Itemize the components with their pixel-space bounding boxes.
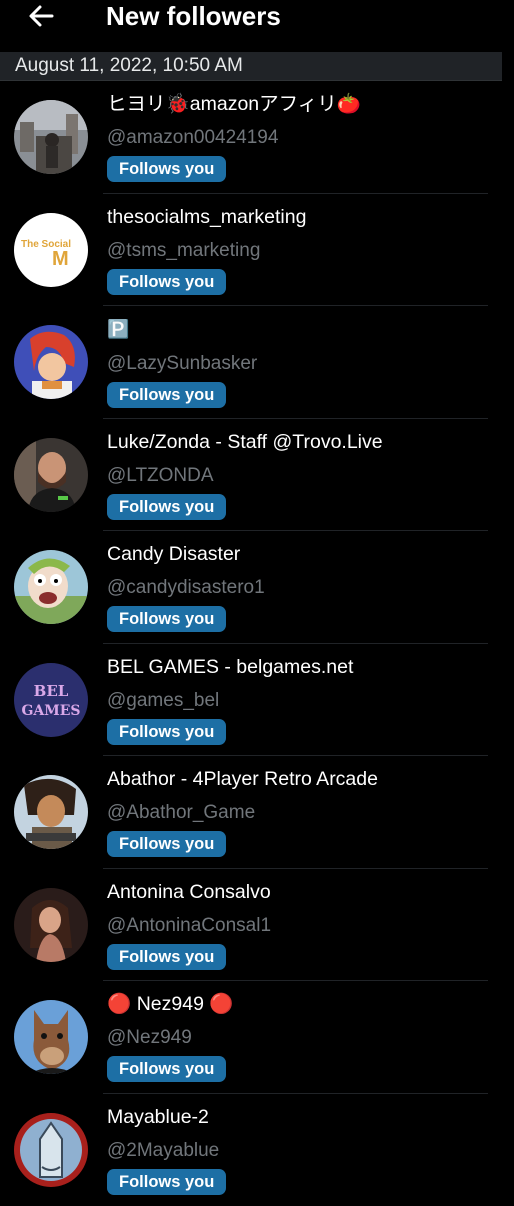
follows-you-badge: Follows you (107, 494, 226, 520)
avatar[interactable] (14, 325, 88, 399)
avatar-logo-text: GAMES (21, 703, 80, 719)
avatar[interactable] (14, 438, 88, 512)
follower-name: thesocialms_marketing (107, 204, 504, 230)
follower-handle: @LTZONDA (107, 463, 504, 489)
follows-you-badge: Follows you (107, 1169, 226, 1195)
follower-handle: @Nez949 (107, 1025, 504, 1051)
follower-row[interactable]: The Social M thesocialms_marketing @tsms… (0, 194, 514, 307)
follower-handle: @Abathor_Game (107, 800, 504, 826)
page-title: New followers (106, 0, 281, 32)
follower-name: Abathor - 4Player Retro Arcade (107, 766, 504, 792)
follower-handle: @2Mayablue (107, 1138, 504, 1164)
follower-row[interactable]: BEL GAMES BEL GAMES - belgames.net @game… (0, 644, 514, 757)
follower-name: Mayablue-2 (107, 1104, 504, 1130)
follower-row[interactable]: Mayablue-2 @2Mayablue Follows you (0, 1094, 514, 1206)
avatar[interactable] (14, 775, 88, 849)
follower-name: Luke/Zonda - Staff @Trovo.Live (107, 429, 504, 455)
header-bar: New followers (0, 0, 514, 52)
avatar[interactable] (14, 550, 88, 624)
avatar[interactable]: BEL GAMES (14, 663, 88, 737)
follows-you-badge: Follows you (107, 831, 226, 857)
followers-list: ヒヨリ🐞amazonアフィリ🍅 @amazon00424194 Follows … (0, 81, 514, 1206)
follower-name: 🔴 Nez949 🔴 (107, 991, 504, 1017)
avatar[interactable]: The Social M (14, 213, 88, 287)
follower-handle: @amazon00424194 (107, 125, 504, 151)
follows-you-badge: Follows you (107, 269, 226, 295)
follower-handle: @AntoninaConsal1 (107, 913, 504, 939)
follower-row[interactable]: 🔴 Nez949 🔴 @Nez949 Follows you (0, 981, 514, 1094)
follower-handle: @tsms_marketing (107, 238, 504, 264)
follower-handle: @LazySunbasker (107, 351, 504, 377)
avatar[interactable] (14, 888, 88, 962)
follows-you-badge: Follows you (107, 156, 226, 182)
follows-you-badge: Follows you (107, 606, 226, 632)
date-text: August 11, 2022, 10:50 AM (15, 54, 243, 78)
back-button[interactable] (24, 0, 58, 32)
follows-you-badge: Follows you (107, 1056, 226, 1082)
follower-row[interactable]: Luke/Zonda - Staff @Trovo.Live @LTZONDA … (0, 419, 514, 532)
follows-you-badge: Follows you (107, 944, 226, 970)
follower-name: 🅿️ (107, 316, 504, 343)
follows-you-badge: Follows you (107, 719, 226, 745)
avatar[interactable] (14, 1000, 88, 1074)
follows-you-badge: Follows you (107, 382, 226, 408)
follower-row[interactable]: 🅿️ @LazySunbasker Follows you (0, 306, 514, 419)
date-header: August 11, 2022, 10:50 AM (0, 52, 502, 81)
avatar[interactable] (14, 100, 88, 174)
arrow-left-icon (28, 4, 54, 28)
avatar-logo-text: BEL (34, 682, 69, 700)
follower-row[interactable]: Antonina Consalvo @AntoninaConsal1 Follo… (0, 869, 514, 982)
follower-handle: @games_bel (107, 688, 504, 714)
follower-name: BEL GAMES - belgames.net (107, 654, 504, 680)
follower-name: Candy Disaster (107, 541, 504, 567)
follower-name: Antonina Consalvo (107, 879, 504, 905)
follower-row[interactable]: Candy Disaster @candydisastero1 Follows … (0, 531, 514, 644)
follower-row[interactable]: Abathor - 4Player Retro Arcade @Abathor_… (0, 756, 514, 869)
follower-handle: @candydisastero1 (107, 575, 504, 601)
follower-row[interactable]: ヒヨリ🐞amazonアフィリ🍅 @amazon00424194 Follows … (0, 81, 514, 194)
follower-name: ヒヨリ🐞amazonアフィリ🍅 (107, 91, 504, 117)
avatar-logo-text: M (52, 248, 69, 270)
avatar[interactable] (14, 1113, 88, 1187)
